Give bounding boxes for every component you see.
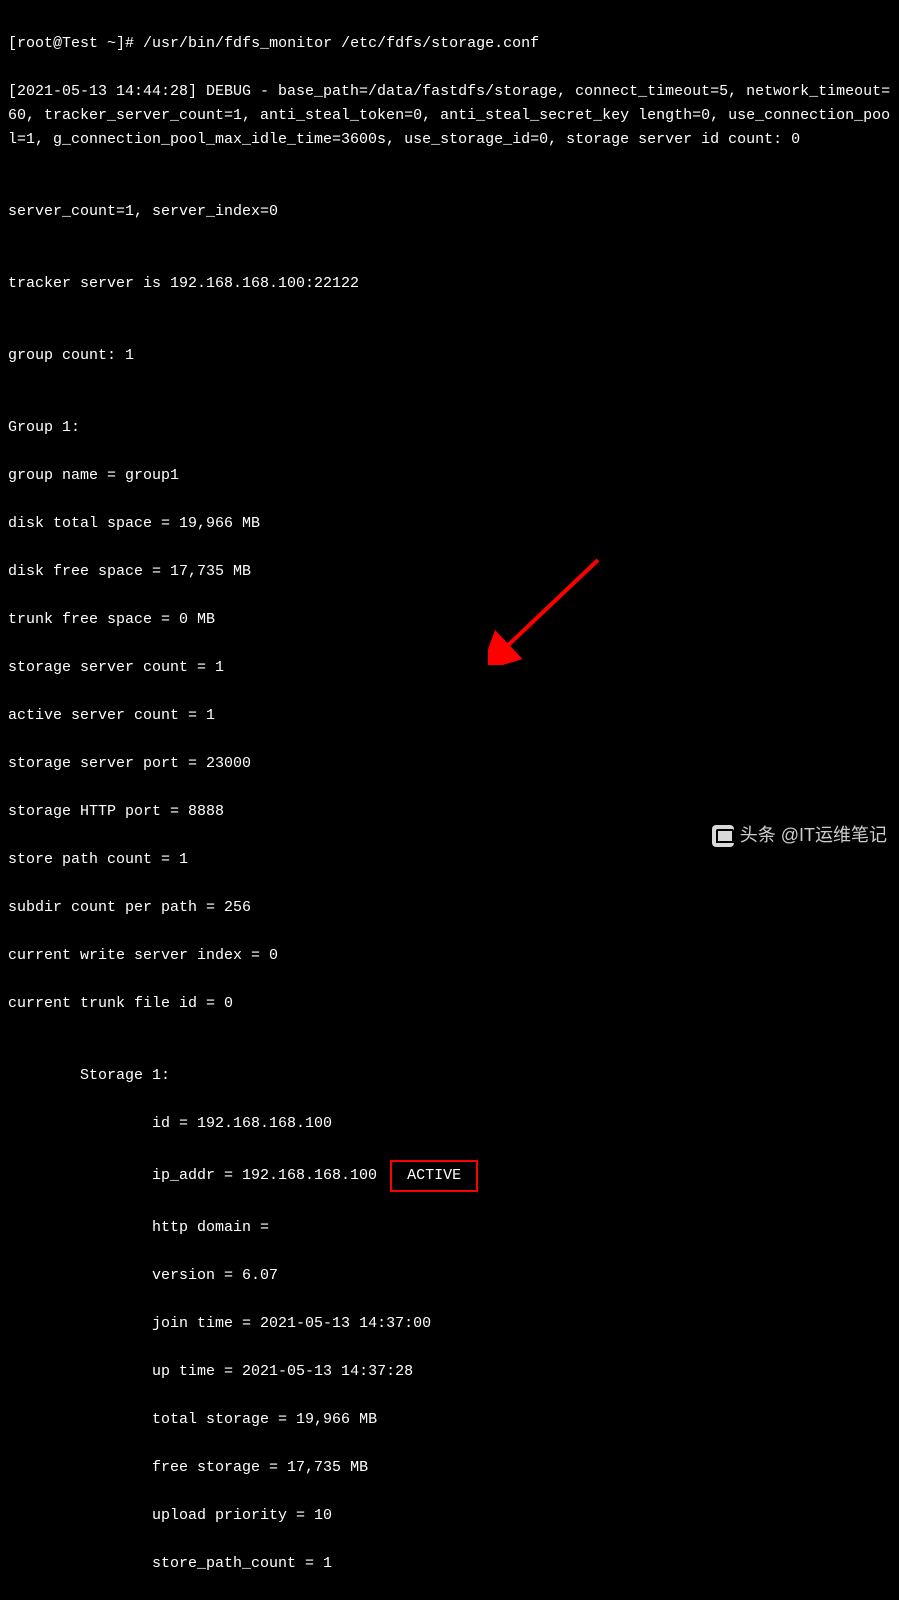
watermark: 头条 @IT运维笔记: [712, 821, 887, 850]
join-time-line: join time = 2021-05-13 14:37:00: [8, 1312, 891, 1336]
current-write-server-line: current write server index = 0: [8, 944, 891, 968]
command-text: /usr/bin/fdfs_monitor /etc/fdfs/storage.…: [143, 35, 539, 52]
ip-addr-text: ip_addr = 192.168.168.100: [8, 1164, 386, 1188]
storage-ip-line: ip_addr = 192.168.168.100 ACTIVE: [8, 1160, 891, 1192]
group-count-line: group count: 1: [8, 344, 891, 368]
disk-total-line: disk total space = 19,966 MB: [8, 512, 891, 536]
subdir-count-line: subdir count per path = 256: [8, 896, 891, 920]
http-domain-line: http domain =: [8, 1216, 891, 1240]
free-storage-line: free storage = 17,735 MB: [8, 1456, 891, 1480]
total-storage-line: total storage = 19,966 MB: [8, 1408, 891, 1432]
storage-server-port-line: storage server port = 23000: [8, 752, 891, 776]
current-trunk-file-line: current trunk file id = 0: [8, 992, 891, 1016]
prompt: [root@Test ~]#: [8, 35, 134, 52]
active-status-highlight: ACTIVE: [390, 1160, 478, 1192]
store-path-count2-line: store_path_count = 1: [8, 1552, 891, 1576]
storage-header-line: Storage 1:: [8, 1064, 891, 1088]
storage-id-line: id = 192.168.168.100: [8, 1112, 891, 1136]
debug-output: [2021-05-13 14:44:28] DEBUG - base_path=…: [8, 80, 891, 152]
upload-priority-line: upload priority = 10: [8, 1504, 891, 1528]
active-server-count-line: active server count = 1: [8, 704, 891, 728]
tracker-server-line: tracker server is 192.168.168.100:22122: [8, 272, 891, 296]
prompt-line: [root@Test ~]# /usr/bin/fdfs_monitor /et…: [8, 32, 891, 56]
store-path-count-line: store path count = 1: [8, 848, 891, 872]
terminal-output: [root@Test ~]# /usr/bin/fdfs_monitor /et…: [8, 8, 891, 1600]
disk-free-line: disk free space = 17,735 MB: [8, 560, 891, 584]
server-count-line: server_count=1, server_index=0: [8, 200, 891, 224]
up-time-line: up time = 2021-05-13 14:37:28: [8, 1360, 891, 1384]
trunk-free-line: trunk free space = 0 MB: [8, 608, 891, 632]
watermark-logo-icon: [712, 825, 734, 847]
watermark-text: 头条 @IT运维笔记: [740, 821, 887, 850]
version-line: version = 6.07: [8, 1264, 891, 1288]
group-name-line: group name = group1: [8, 464, 891, 488]
group-header-line: Group 1:: [8, 416, 891, 440]
storage-server-count-line: storage server count = 1: [8, 656, 891, 680]
